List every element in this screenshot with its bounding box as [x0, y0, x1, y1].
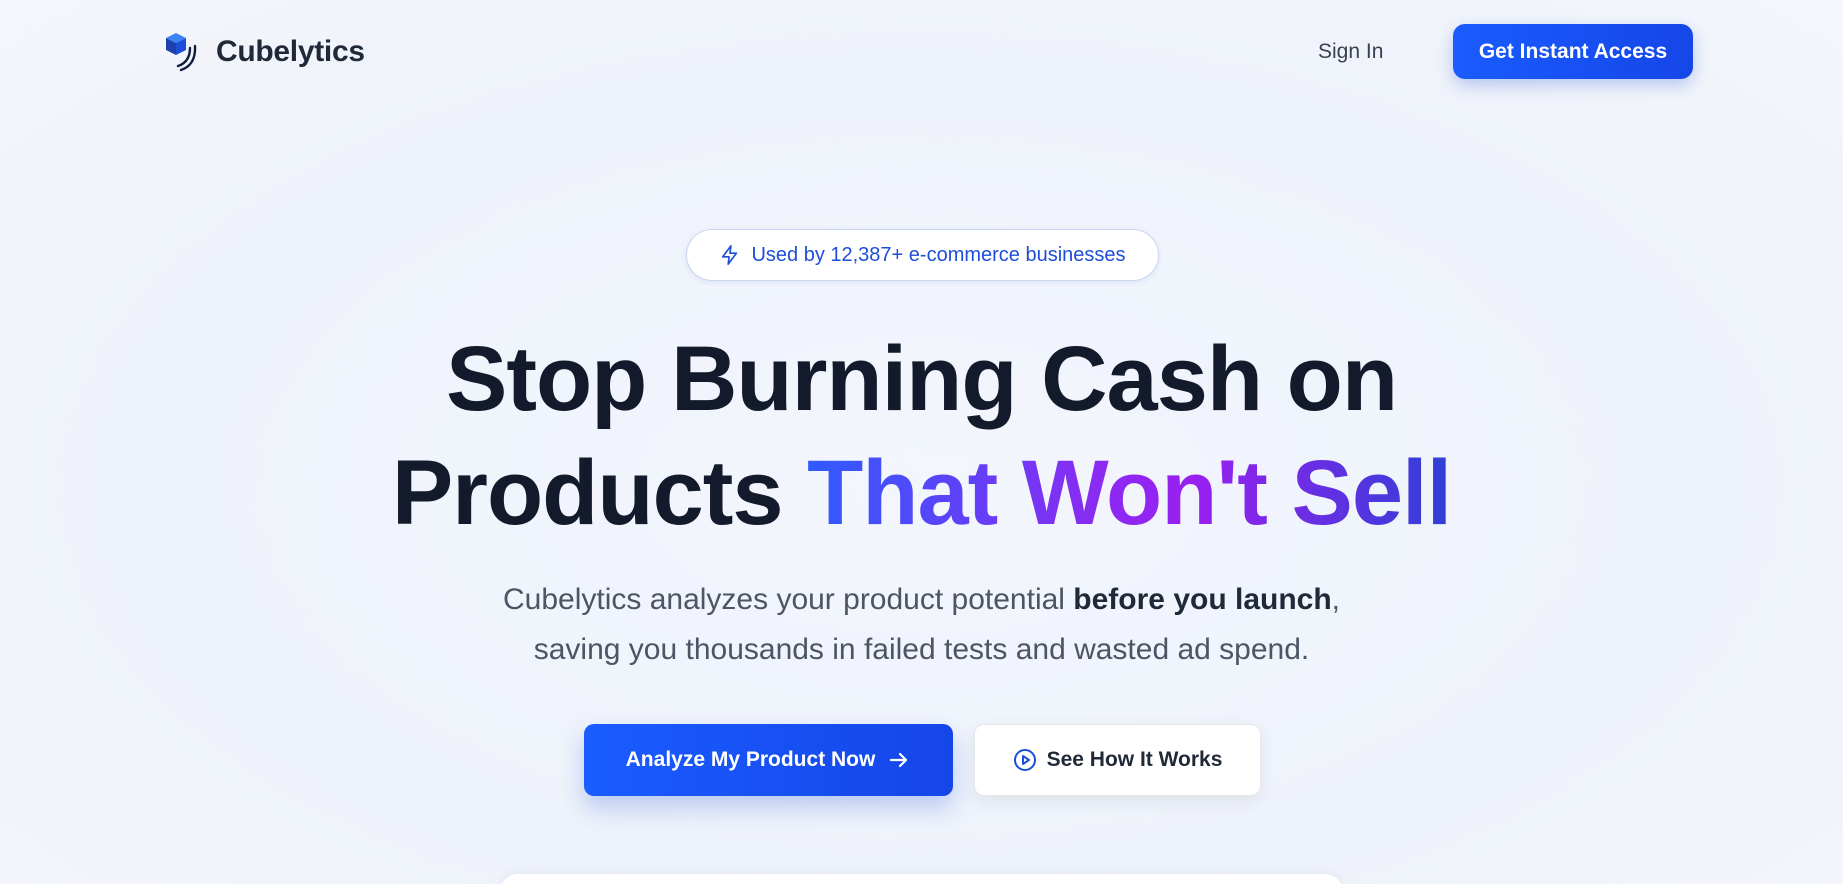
headline-line-1: Stop Burning Cash on — [445, 328, 1398, 430]
lightning-bolt-icon — [722, 245, 738, 265]
brand-name: Cubelytics — [216, 35, 365, 68]
social-proof-badge: Used by 12,387+ e-commerce businesses — [686, 229, 1159, 281]
headline-highlight: That Won't Sell — [807, 442, 1452, 544]
hero-subtext: Cubelytics analyzes your product potenti… — [0, 575, 1843, 675]
get-instant-access-button[interactable]: Get Instant Access — [1453, 24, 1693, 79]
subtext-bold: before you launch — [1073, 583, 1332, 616]
preview-card — [500, 874, 1343, 884]
brand-logo[interactable]: Cubelytics — [164, 32, 365, 72]
analyze-product-label: Analyze My Product Now — [625, 748, 876, 771]
subtext-part-2: , — [1331, 583, 1341, 616]
play-circle-icon — [1013, 749, 1036, 771]
subtext-part-1: Cubelytics analyzes your product potenti… — [502, 583, 1074, 616]
analyze-product-button[interactable]: Analyze My Product Now — [584, 724, 953, 796]
subtext-line-2: saving you thousands in failed tests and… — [533, 633, 1310, 666]
cube-logo-icon — [166, 33, 197, 72]
badge-text: Used by 12,387+ e-commerce businesses — [751, 243, 1126, 266]
see-how-it-works-button[interactable]: See How It Works — [974, 724, 1261, 796]
top-nav: Cubelytics Sign In Get Instant Access — [0, 0, 1843, 104]
hero-headline: Stop Burning Cash on Products That Won't… — [0, 322, 1843, 550]
see-how-it-works-label: See How It Works — [1046, 748, 1223, 771]
sign-in-link[interactable]: Sign In — [1318, 36, 1383, 68]
headline-line-2-plain: Products — [391, 442, 808, 544]
arrow-right-icon — [890, 752, 908, 768]
